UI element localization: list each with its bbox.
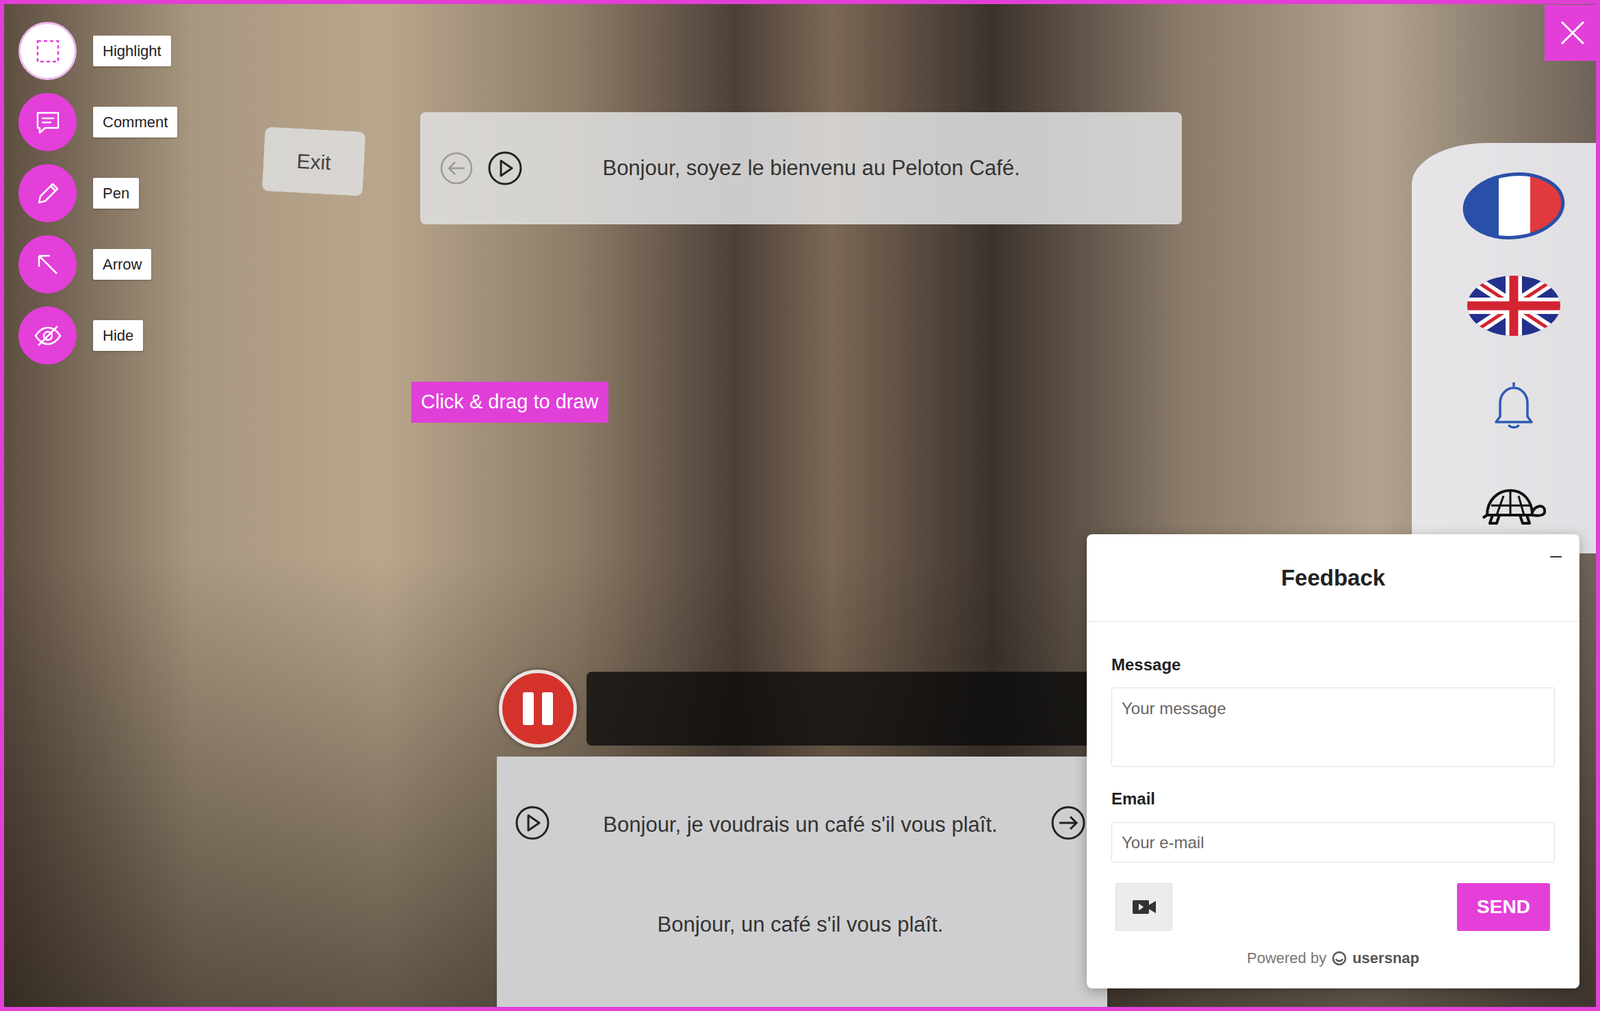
option-text: Bonjour, je voudrais un café s'il vous p… xyxy=(557,809,1044,842)
close-button[interactable] xyxy=(1544,4,1600,61)
tool-label: Pen xyxy=(93,177,139,209)
tool-label: Hide xyxy=(93,320,144,352)
tool-label: Highlight xyxy=(93,35,172,67)
side-button[interactable] xyxy=(1481,468,1546,544)
play-icon[interactable] xyxy=(514,805,551,842)
side-button[interactable] xyxy=(1465,268,1562,344)
prompt-panel: Bonjour, soyez le bienvenu au Peloton Ca… xyxy=(420,112,1182,225)
tool-button[interactable] xyxy=(18,306,77,365)
option-left xyxy=(514,805,551,846)
exit-button[interactable]: Exit xyxy=(262,126,367,197)
prompt-text: Bonjour, soyez le bienvenu au Peloton Ca… xyxy=(536,152,1162,185)
hide-icon xyxy=(32,320,63,352)
french-flag-icon xyxy=(1460,170,1568,242)
video-bar xyxy=(586,672,1087,746)
feedback-panel: Feedback – Message Email SEND Powered by users… xyxy=(1086,534,1580,989)
option-right xyxy=(1050,805,1087,846)
side-button[interactable] xyxy=(1485,368,1543,444)
comment-icon xyxy=(33,108,63,137)
pen-icon xyxy=(33,179,63,209)
video-camera-icon xyxy=(1131,898,1157,917)
highlight-icon xyxy=(34,37,62,66)
powered-by-text: Powered by xyxy=(1246,947,1327,970)
side-button[interactable] xyxy=(1460,168,1568,244)
tool-row: Arrow xyxy=(18,235,178,294)
tool-button[interactable] xyxy=(18,21,77,81)
brand-name: usersnap xyxy=(1352,947,1420,970)
answer-option[interactable]: Bonjour, un café s'il vous plaît. xyxy=(514,891,1087,960)
tool-label: Arrow xyxy=(93,249,152,280)
usersnap-logo-icon xyxy=(1331,951,1347,967)
play-icon[interactable] xyxy=(487,150,523,187)
app-stage: Highlight Comment Pen Arrow Hide Exit Bonjour,… xyxy=(0,0,1600,1011)
tool-row: Hide xyxy=(18,306,178,365)
play-pause-button[interactable] xyxy=(498,669,577,748)
tool-row: Comment xyxy=(18,93,178,152)
tool-label: Comment xyxy=(93,106,178,138)
feedback-form: Message Email SEND Powered by usersnap xyxy=(1086,622,1580,989)
powered-by: Powered by usersnap xyxy=(1111,947,1555,970)
draw-hint: Click & drag to draw xyxy=(411,381,609,423)
option-text: Bonjour, un café s'il vous plaît. xyxy=(557,909,1044,942)
next-arrow-icon[interactable] xyxy=(1050,805,1087,842)
tool-button[interactable] xyxy=(18,164,77,223)
record-video-button[interactable] xyxy=(1115,883,1173,932)
send-button[interactable]: SEND xyxy=(1456,883,1551,932)
close-icon xyxy=(1557,17,1588,48)
pause-bar xyxy=(542,692,553,726)
turtle-icon xyxy=(1481,485,1546,527)
email-label: Email xyxy=(1111,789,1555,810)
answer-panel: Bonjour, je voudrais un café s'il vous p… xyxy=(496,756,1108,1011)
feedback-actions: SEND xyxy=(1111,883,1555,932)
tool-row: Highlight xyxy=(18,21,178,81)
annotation-toolbar: Highlight Comment Pen Arrow Hide xyxy=(18,21,178,365)
tool-button[interactable] xyxy=(18,93,77,152)
tool-row: Pen xyxy=(18,164,178,223)
answer-option[interactable]: Bonjour, je voudrais un café s'il vous p… xyxy=(514,791,1087,860)
email-field[interactable] xyxy=(1111,822,1555,863)
pause-bar xyxy=(522,692,534,726)
tool-button[interactable] xyxy=(18,235,77,294)
feedback-title: Feedback xyxy=(1281,561,1386,596)
back-arrow-icon[interactable] xyxy=(439,151,474,186)
bell-icon xyxy=(1485,377,1543,435)
message-label: Message xyxy=(1111,654,1555,676)
arrow-icon xyxy=(33,250,63,280)
side-panel xyxy=(1411,143,1600,554)
message-field[interactable] xyxy=(1111,687,1555,768)
feedback-header: Feedback – xyxy=(1086,534,1580,623)
uk-flag-icon xyxy=(1465,274,1562,338)
minimize-button[interactable]: – xyxy=(1550,545,1562,566)
